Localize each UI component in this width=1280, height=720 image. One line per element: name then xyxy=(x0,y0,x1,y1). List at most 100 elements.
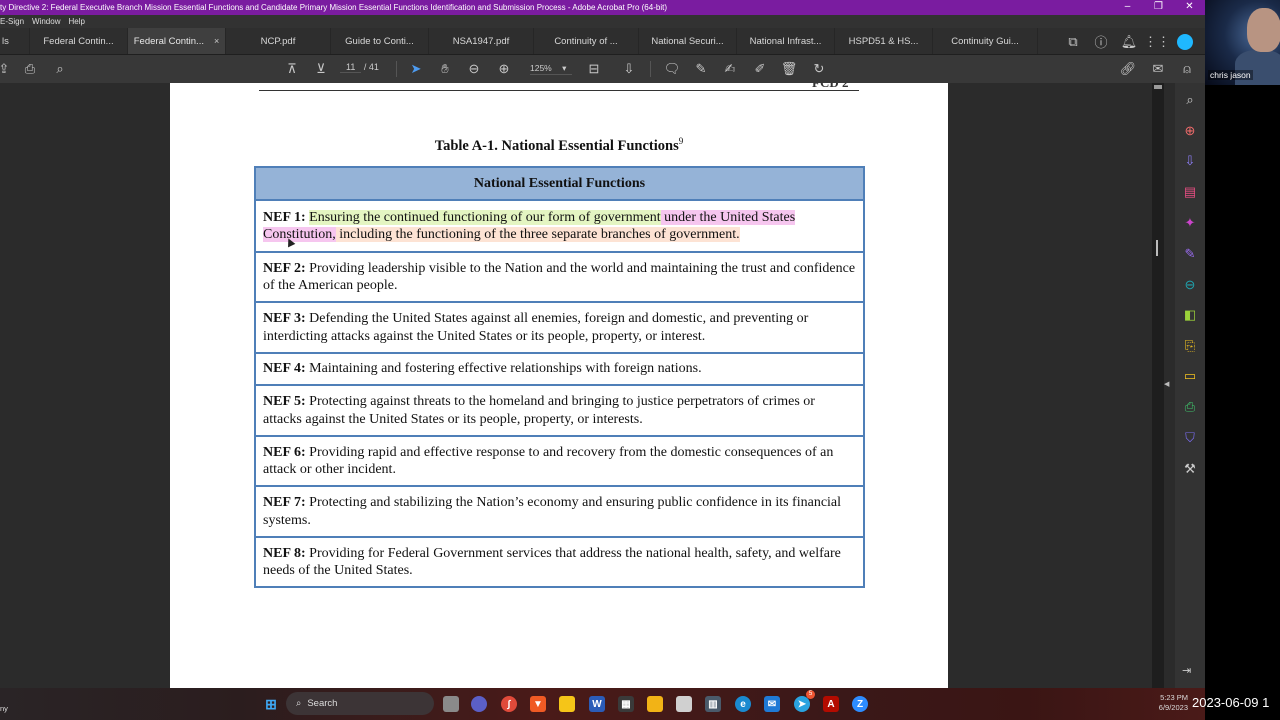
search-zoom-icon[interactable]: ⌕ xyxy=(1182,92,1198,108)
calculator-icon[interactable]: ▥ xyxy=(705,696,721,712)
notification-badge: 5 xyxy=(806,690,815,699)
comment-icon[interactable]: 🗨︎ xyxy=(664,61,681,77)
zoom-app-icon[interactable]: Z xyxy=(852,696,868,712)
tab-document[interactable]: National Securi... xyxy=(639,28,737,54)
more-tools-icon[interactable]: ⚒ xyxy=(1182,461,1198,477)
highlight-green[interactable]: Ensuring the continued functioning of ou… xyxy=(309,209,661,225)
compress-pdf-icon[interactable]: ⊖ xyxy=(1182,277,1198,293)
page-number-input[interactable]: 11 xyxy=(340,62,362,73)
nef-label: NEF 4: xyxy=(263,361,306,377)
send-comments-icon[interactable]: ⎘ xyxy=(1182,338,1198,354)
scrollbar-grip[interactable] xyxy=(1156,240,1158,256)
comment-tool-icon[interactable]: ▭ xyxy=(1182,368,1198,384)
close-tab-icon[interactable]: × xyxy=(214,36,219,46)
highlight-peach[interactable]: including the functioning of the three s… xyxy=(335,227,740,242)
nef-label: NEF 5: xyxy=(263,394,306,409)
search-icon[interactable]: ⌕ xyxy=(52,61,68,77)
draw-icon[interactable]: ✍︎ xyxy=(722,61,738,77)
tab-document[interactable]: Continuity of ... xyxy=(534,28,639,54)
protect-icon[interactable]: ⛉ xyxy=(1182,430,1198,446)
tab-document[interactable]: HSPD51 & HS... xyxy=(835,28,933,54)
scrollbar-thumb[interactable] xyxy=(1154,85,1162,89)
header-rule xyxy=(259,90,859,91)
add-user-icon[interactable]: ⍝ xyxy=(1179,61,1195,77)
acrobat-window: ty Directive 2: Federal Executive Branch… xyxy=(0,0,1205,720)
profile-icon[interactable] xyxy=(1177,33,1193,50)
next-page-icon[interactable]: ⊻ xyxy=(313,61,329,77)
bell-icon[interactable]: 🔔︎ xyxy=(1121,34,1138,50)
tab-label: Guide to Conti... xyxy=(345,35,414,47)
zoom-level-dropdown[interactable]: 125% ▾ xyxy=(530,63,573,75)
create-pdf-icon[interactable]: ⊕ xyxy=(1182,123,1198,139)
organize-pages-icon[interactable]: ▤ xyxy=(1182,184,1198,200)
tab-document[interactable]: National Infrast... xyxy=(737,28,835,54)
mail-icon[interactable]: ✉ xyxy=(764,696,780,712)
tab-document[interactable]: Federal Contin... xyxy=(30,28,128,54)
tab-document[interactable]: NSA1947.pdf xyxy=(429,28,534,54)
table-row: NEF 5: Protecting against threats to the… xyxy=(255,384,864,436)
tab-document[interactable]: NCP.pdf xyxy=(226,28,331,54)
system-clock[interactable]: 5:23 PM 6/9/2023 xyxy=(1148,693,1188,713)
expand-pane-icon[interactable]: ⇥ xyxy=(1182,664,1191,677)
taskbar-search[interactable]: ⌕ Search xyxy=(286,692,434,715)
previous-page-icon[interactable]: ⊼ xyxy=(284,61,300,77)
delete-icon[interactable]: 🗑︎ xyxy=(781,61,798,77)
table-title-text: Table A-1. National Essential Functions xyxy=(434,137,679,154)
collapse-panel-icon[interactable]: ◀ xyxy=(1164,380,1169,388)
teams-chat-icon[interactable] xyxy=(471,696,487,712)
menu-help[interactable]: Help xyxy=(68,15,84,28)
windows-start-icon[interactable]: ⊞ xyxy=(263,696,279,712)
restore-button[interactable]: ❐ xyxy=(1143,0,1174,15)
tab-label: National Infrast... xyxy=(749,35,822,47)
share-screen-icon[interactable]: ⧉ xyxy=(1065,34,1081,50)
table-row: NEF 6: Providing rapid and effective res… xyxy=(255,435,864,486)
share-link-icon[interactable]: 🔗︎ xyxy=(1120,61,1137,77)
file-explorer-icon[interactable] xyxy=(647,696,663,712)
request-signature-icon[interactable]: ✦ xyxy=(1182,215,1198,231)
edit-pdf-icon[interactable]: ✐ xyxy=(752,61,768,77)
fill-sign-icon[interactable]: ✎ xyxy=(1182,246,1198,262)
zoom-out-icon[interactable]: ⊖ xyxy=(466,61,482,77)
clock-date: 6/9/2023 xyxy=(1158,703,1188,712)
chevron-down-icon: ▾ xyxy=(562,63,567,73)
minimize-button[interactable]: – xyxy=(1112,0,1143,15)
highlight-pen-icon[interactable]: ✎ xyxy=(693,61,709,77)
apps-grid-icon[interactable]: ⋮⋮ xyxy=(1144,34,1170,50)
zoom-in-icon[interactable]: ⊕ xyxy=(496,61,512,77)
task-view-icon[interactable] xyxy=(443,696,459,712)
tab-document[interactable]: Guide to Conti... xyxy=(331,28,429,54)
help-icon[interactable]: ⓘ xyxy=(1093,34,1109,50)
menu-window[interactable]: Window xyxy=(32,15,60,28)
microsoft-store-icon[interactable]: ▦ xyxy=(618,696,634,712)
combine-files-icon[interactable]: ◧ xyxy=(1182,307,1198,323)
print-icon[interactable]: ⎙ xyxy=(22,61,38,77)
tab-document-active[interactable]: Federal Contin... × xyxy=(128,28,226,54)
print-production-icon[interactable]: ⎙ xyxy=(1182,399,1198,415)
close-window-button[interactable]: ✕ xyxy=(1174,0,1205,15)
sticky-notes-icon[interactable] xyxy=(559,696,575,712)
page-navigator: 11 / 41 xyxy=(340,62,379,73)
edge-browser-icon[interactable]: e xyxy=(735,696,751,712)
tab-label: NCP.pdf xyxy=(260,35,296,47)
document-viewer[interactable]: FCD 2 Table A-1. National Essential Func… xyxy=(0,83,1150,688)
anydesk-icon[interactable]: ∫ xyxy=(501,696,517,712)
email-icon[interactable]: ✉ xyxy=(1150,61,1166,77)
acrobat-icon[interactable]: A xyxy=(823,696,839,712)
word-icon[interactable]: W xyxy=(589,696,605,712)
toolbar-divider xyxy=(650,61,651,77)
tab-document[interactable]: Continuity Gui... xyxy=(933,28,1038,54)
brave-browser-icon[interactable]: ▼ xyxy=(530,696,546,712)
export-pdf-icon[interactable]: ⇩ xyxy=(1182,153,1198,169)
select-cursor-icon[interactable]: ➤ xyxy=(408,61,424,77)
menu-esign[interactable]: E-Sign xyxy=(0,15,24,28)
hand-tool-icon[interactable]: ✋︎ xyxy=(437,61,453,77)
rotate-icon[interactable]: ↻ xyxy=(811,61,827,77)
scroll-mode-icon[interactable]: ⇩ xyxy=(621,61,637,77)
page-fit-icon[interactable]: ⊟ xyxy=(586,61,602,77)
snipping-tool-icon[interactable] xyxy=(676,696,692,712)
vertical-scrollbar[interactable] xyxy=(1152,83,1164,688)
tab-tools[interactable]: ls xyxy=(0,28,30,54)
nef-text: Defending the United States against all … xyxy=(263,311,809,344)
upload-icon[interactable]: ⇪ xyxy=(0,61,12,77)
footnote-ref[interactable]: 9 xyxy=(679,136,684,146)
